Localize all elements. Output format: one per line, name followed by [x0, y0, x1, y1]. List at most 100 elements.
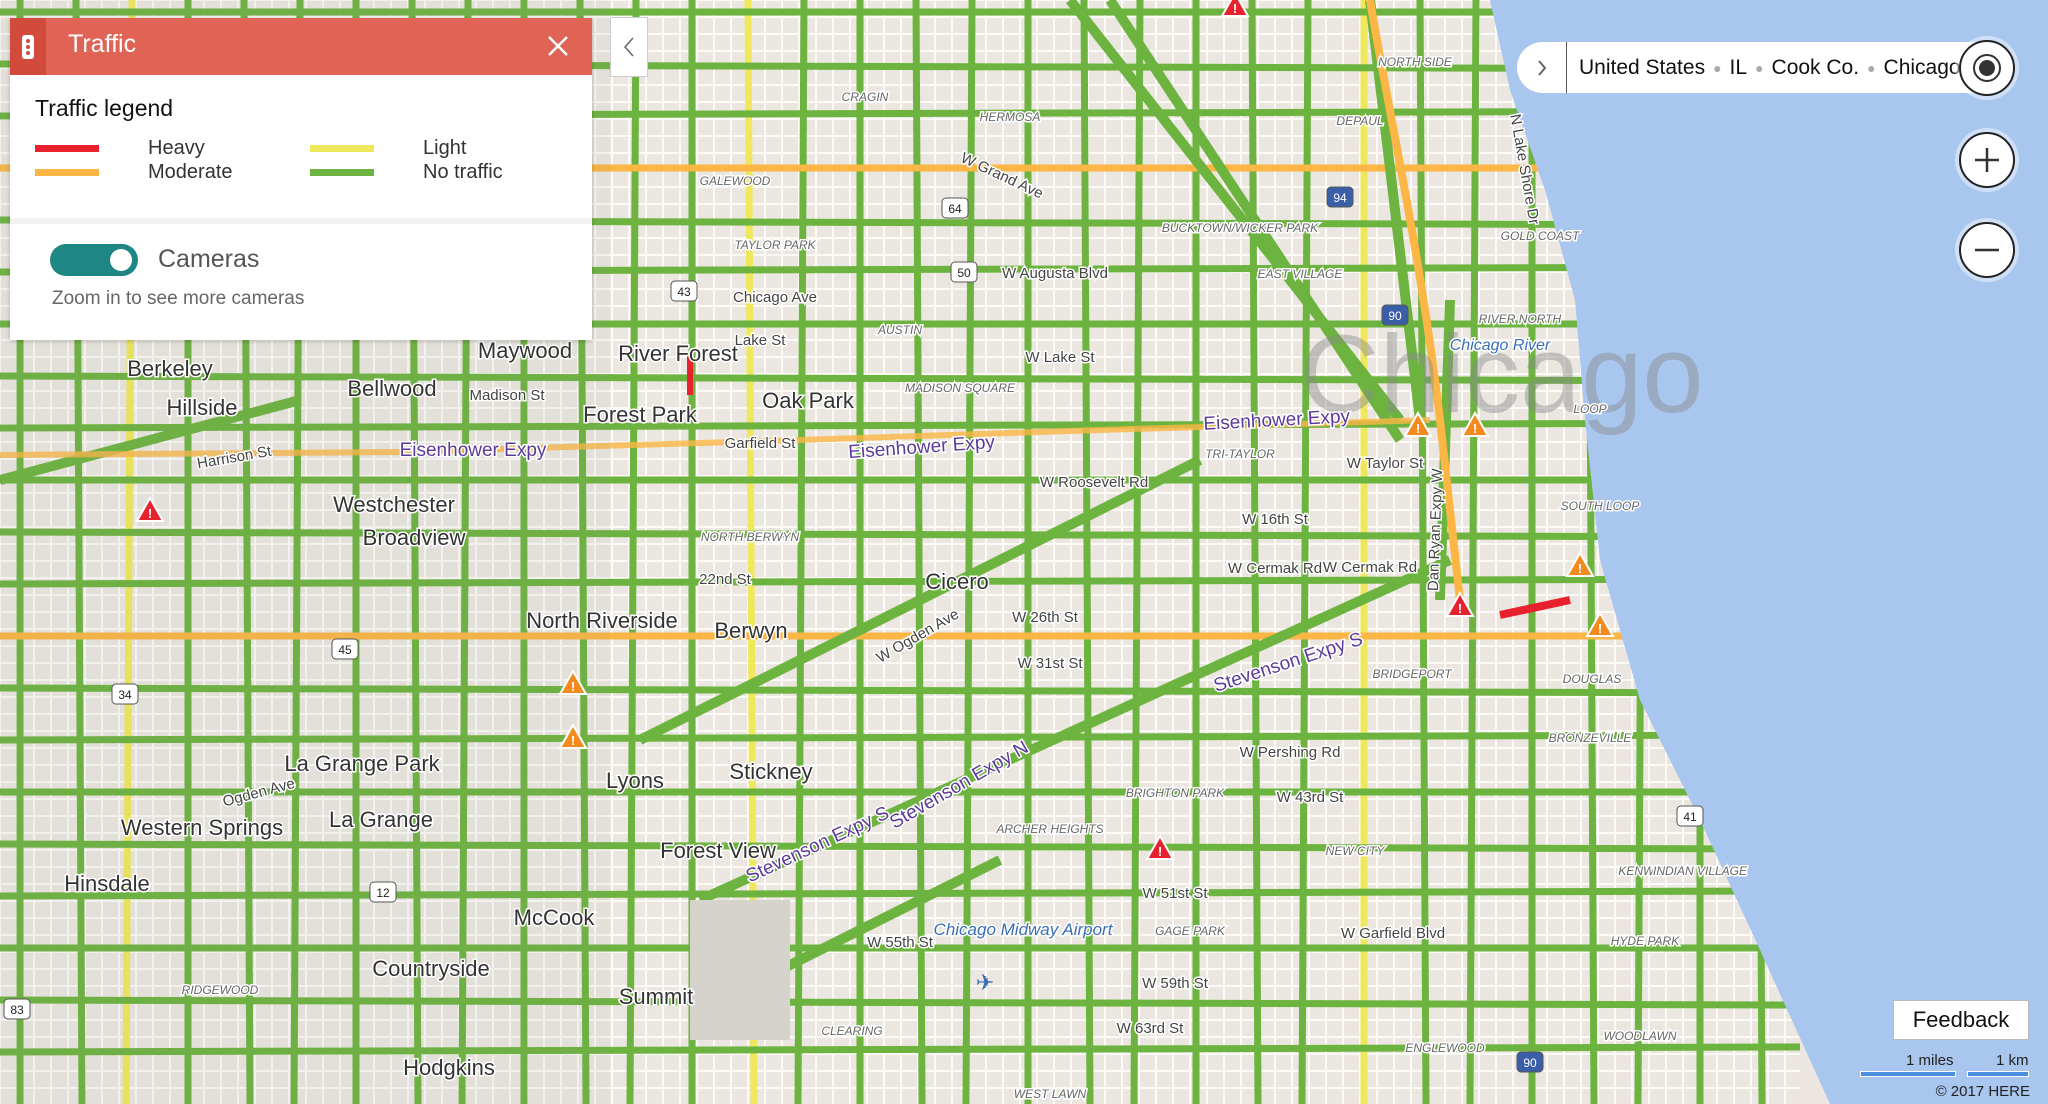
scale-km-bar [1967, 1071, 2029, 1077]
city-watermark: Chicago [1300, 313, 1704, 436]
road-label: Madison St [469, 387, 545, 404]
legend-title: Traffic legend [35, 95, 174, 121]
plus-icon [1975, 148, 1999, 172]
road-label: W 43rd St [1277, 789, 1345, 806]
copyright: © 2017 HERE [1935, 1083, 2030, 1100]
area-label: CRAGIN [842, 90, 889, 104]
svg-text:43: 43 [677, 285, 691, 299]
road-label: W 26th St [1012, 609, 1079, 626]
place-label: Broadview [363, 525, 466, 550]
zoom-out-button[interactable] [1959, 222, 2015, 278]
legend-label-light: Light [423, 137, 467, 159]
divider [10, 218, 592, 224]
locate-icon [1973, 54, 2001, 82]
road-label: W Roosevelt Rd [1040, 474, 1148, 491]
breadcrumb-county[interactable]: Cook Co. [1772, 56, 1860, 80]
area-label: CLEARING [821, 1024, 882, 1038]
place-label: Maywood [478, 338, 572, 363]
svg-text:45: 45 [338, 643, 352, 657]
place-label: Countryside [372, 956, 489, 981]
area-label: HERMOSA [980, 110, 1041, 124]
cameras-toggle[interactable] [50, 244, 138, 276]
breadcrumb-city[interactable]: Chicago [1884, 56, 1961, 80]
legend-label-moderate: Moderate [148, 161, 233, 183]
road-label: Chicago Ave [733, 289, 817, 306]
svg-text:64: 64 [948, 202, 962, 216]
feedback-button[interactable]: Feedback [1893, 1000, 2029, 1040]
river-label: Chicago River [1450, 337, 1551, 354]
place-label: River Forest [618, 341, 738, 366]
legend-swatch-no-traffic [310, 169, 374, 176]
scale-miles-bar [1860, 1071, 1956, 1077]
area-label: GOLD COAST [1501, 229, 1581, 243]
place-label: Hillside [167, 395, 238, 420]
breadcrumb-state[interactable]: IL [1730, 56, 1748, 80]
route-shield: 43 [670, 280, 698, 302]
road-label: W 59th St [1142, 975, 1209, 992]
place-label: Cicero [925, 569, 989, 594]
svg-text:90: 90 [1523, 1056, 1537, 1070]
panel-title: Traffic [68, 30, 137, 58]
road-label: W 63rd St [1117, 1020, 1185, 1037]
area-label: NEW CITY [1326, 844, 1386, 858]
place-label: Berkeley [127, 356, 213, 381]
area-label: BRONZEVILLE [1549, 731, 1633, 745]
road-label: W 55th St [867, 934, 934, 951]
route-shield: 94 [1326, 186, 1354, 208]
collapse-panel-button[interactable] [610, 17, 648, 77]
route-shield: 12 [369, 881, 397, 903]
road-label: W Pershing Rd [1240, 744, 1341, 761]
place-label: Western Springs [121, 815, 283, 840]
zoom-in-button[interactable] [1959, 132, 2015, 188]
area-label: RIDGEWOOD [182, 983, 259, 997]
road-label: Garfield St [725, 435, 797, 452]
svg-text:!: ! [571, 679, 575, 694]
breadcrumb-expand-button[interactable] [1517, 42, 1567, 93]
svg-text:34: 34 [118, 688, 132, 702]
svg-text:50: 50 [957, 266, 971, 280]
midway-airport-area [690, 900, 790, 1040]
place-label: La Grange [329, 807, 433, 832]
legend-swatch-heavy [35, 145, 99, 152]
road-label: W Lake St [1025, 349, 1095, 366]
road-label: W Cermak Rd [1323, 559, 1417, 576]
place-label: Lyons [606, 768, 664, 793]
breadcrumb-country[interactable]: United States [1579, 56, 1705, 80]
traffic-panel: Traffic Traffic legend Heavy Moderate Li… [10, 18, 592, 340]
place-label: McCook [514, 905, 596, 930]
route-shield: 64 [941, 197, 969, 219]
close-icon[interactable] [544, 32, 572, 60]
svg-text:!: ! [571, 733, 575, 748]
place-label: La Grange Park [284, 751, 440, 776]
separator: ● [1755, 59, 1764, 76]
route-shield: 34 [111, 683, 139, 705]
area-label: GAGE PARK [1155, 924, 1226, 938]
area-label: HYDE PARK [1611, 934, 1680, 948]
panel-header: Traffic [10, 18, 592, 75]
road-label: W Cermak Rd [1228, 560, 1322, 577]
area-label: GALEWOOD [700, 174, 771, 188]
area-label: AUSTIN [877, 323, 922, 337]
road-label: W Taylor St [1347, 455, 1424, 472]
area-label: SOUTH LOOP [1561, 499, 1640, 513]
area-label: ENGLEWOOD [1405, 1041, 1485, 1055]
svg-text:!: ! [1458, 601, 1462, 616]
area-label: RIVER NORTH [1479, 312, 1562, 326]
chevron-right-icon [1537, 59, 1546, 76]
legend-swatch-light [310, 145, 374, 152]
route-shield: 83 [3, 998, 31, 1020]
road-label: Lake St [735, 332, 787, 349]
airport-icon: ✈ [976, 970, 994, 995]
place-label: Forest View [660, 838, 776, 863]
area-label: NORTH SIDE [1378, 55, 1453, 69]
locate-me-button[interactable] [1959, 40, 2015, 96]
road-label: W 51st St [1142, 885, 1208, 902]
svg-text:83: 83 [10, 1003, 24, 1017]
svg-text:!: ! [148, 506, 152, 521]
place-label: North Riverside [526, 608, 678, 633]
route-shield: 90 [1516, 1051, 1544, 1073]
area-label: WOODLAWN [1603, 1029, 1676, 1043]
svg-text:12: 12 [376, 886, 390, 900]
area-label: DOUGLAS [1563, 672, 1622, 686]
place-label: Hinsdale [64, 871, 150, 896]
